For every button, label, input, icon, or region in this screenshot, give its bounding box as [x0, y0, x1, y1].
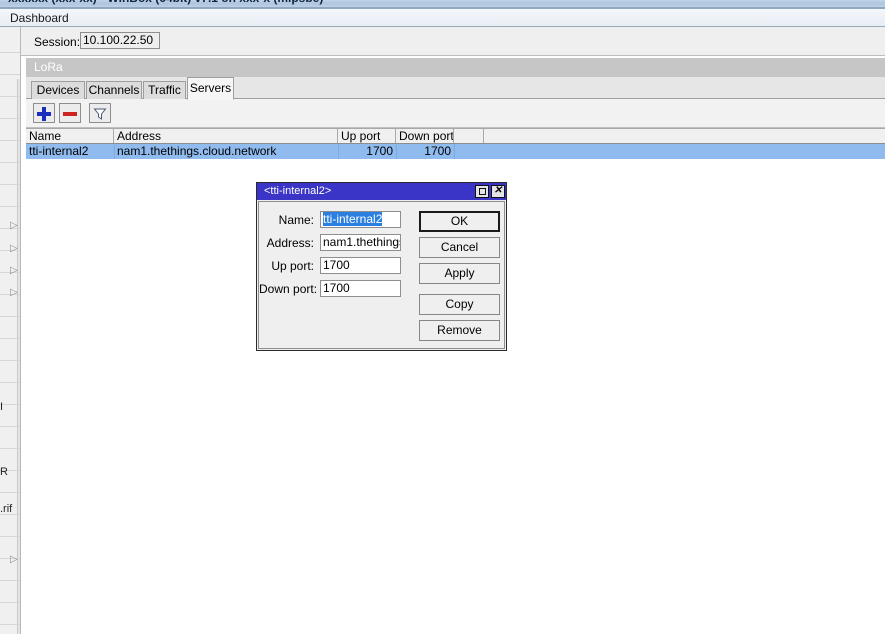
list-item-divider	[0, 206, 20, 207]
session-value-field[interactable]: 10.100.22.50	[80, 32, 160, 49]
filter-button[interactable]	[89, 103, 111, 123]
list-item-divider	[0, 536, 20, 537]
tab-channels[interactable]: Channels	[86, 81, 142, 99]
column-separator	[114, 144, 115, 159]
outer-window-titlebar[interactable]: xxxxxx (xxx-xx) - WinBox (64bit) v7.1 on…	[0, 0, 885, 7]
cell-address: nam1.thethings.cloud.network	[117, 144, 277, 158]
list-item-divider	[0, 580, 20, 581]
tabstrip-filler	[252, 81, 880, 99]
apply-button[interactable]: Apply	[419, 263, 500, 284]
expand-arrow-icon[interactable]: ▷	[10, 243, 18, 254]
field-input-upport[interactable]: 1700	[320, 257, 401, 274]
expand-arrow-icon[interactable]: ▷	[10, 265, 18, 276]
dialog-body: Name: tti-internal2 Address: nam1.thethings…	[258, 201, 505, 349]
cell-down-port: 1700	[424, 144, 451, 158]
list-item-divider	[0, 74, 20, 75]
tab-traffic[interactable]: Traffic	[143, 81, 186, 99]
maximize-icon[interactable]	[475, 185, 489, 198]
cell-up-port: 1700	[366, 144, 393, 158]
ok-button[interactable]: OK	[419, 211, 500, 232]
list-item-divider	[0, 426, 20, 427]
outer-window-title: xxxxxx (xxx-xx) - WinBox (64bit) v7.1 on…	[8, 0, 323, 5]
dialog-titlebar[interactable]: <tti-internal2> ✕	[257, 183, 506, 200]
list-item-divider	[0, 448, 20, 449]
server-properties-dialog: <tti-internal2> ✕ Name: tti-internal2 Addr…	[256, 182, 507, 351]
expand-arrow-icon[interactable]: ▷	[10, 220, 18, 231]
list-item-divider	[0, 184, 20, 185]
add-button[interactable]	[33, 103, 55, 123]
list-item[interactable]: R	[0, 466, 8, 478]
column-header-address[interactable]: Address	[114, 129, 338, 143]
session-label: Session:	[34, 35, 81, 49]
list-item-divider	[0, 96, 20, 97]
expand-arrow-icon[interactable]: ▷	[10, 554, 18, 565]
dialog-title: <tti-internal2>	[264, 185, 332, 197]
cell-name: tti-internal2	[29, 144, 89, 158]
tab-devices[interactable]: Devices	[31, 81, 85, 99]
session-bar: Session: 10.100.22.50	[21, 27, 885, 56]
column-separator	[338, 144, 339, 159]
list-item-divider	[0, 118, 20, 119]
list-item-divider	[0, 492, 20, 493]
lora-panel-header: LoRa	[26, 58, 885, 77]
column-header-down-port[interactable]: Down port	[396, 129, 454, 143]
dashboard-label: Dashboard	[10, 11, 69, 25]
cancel-button[interactable]: Cancel	[419, 237, 500, 258]
remove-button[interactable]: Remove	[419, 320, 500, 341]
field-input-downport[interactable]: 1700	[320, 280, 401, 297]
list-item-divider	[0, 382, 20, 383]
column-separator	[454, 144, 455, 159]
list-item[interactable]: I	[0, 401, 3, 413]
servers-table-header: Name Address Up port Down port	[26, 128, 885, 144]
list-item-divider	[0, 338, 20, 339]
list-item-divider	[0, 52, 20, 53]
copy-button[interactable]: Copy	[419, 294, 500, 315]
list-item-divider	[0, 360, 20, 361]
list-item-divider	[0, 140, 20, 141]
column-header-up-port[interactable]: Up port	[338, 129, 396, 143]
remove-button[interactable]	[59, 103, 81, 123]
field-input-address[interactable]: nam1.thethings.	[320, 234, 401, 251]
list-item-divider	[0, 316, 20, 317]
selected-text: tti-internal2	[323, 212, 383, 226]
lora-tabstrip: Devices Channels Traffic Servers	[26, 77, 885, 100]
list-item[interactable]: .rif	[0, 503, 12, 515]
background-window-left-strip: I R .rif ▷ ▷ ▷ ▷ ▷	[0, 27, 21, 634]
close-icon[interactable]: ✕	[491, 185, 505, 198]
list-item-divider	[0, 404, 20, 405]
column-separator	[396, 144, 397, 159]
funnel-icon	[93, 107, 107, 124]
field-label-name: Name:	[278, 213, 314, 227]
lora-panel-title: LoRa	[34, 60, 63, 74]
lora-toolbar	[26, 99, 885, 128]
list-item-divider	[0, 602, 20, 603]
dashboard-bar: Dashboard	[0, 9, 885, 27]
field-label-upport: Up port:	[271, 259, 314, 273]
tab-servers[interactable]: Servers	[187, 77, 234, 100]
field-label-downport: Down port:	[259, 282, 318, 296]
column-header-name[interactable]: Name	[26, 129, 114, 143]
list-item-divider	[0, 624, 20, 625]
field-label-address: Address:	[266, 236, 314, 250]
field-input-name[interactable]: tti-internal2	[320, 211, 401, 228]
expand-arrow-icon[interactable]: ▷	[10, 287, 18, 298]
column-header-spacer	[454, 129, 484, 143]
list-item-divider	[0, 162, 20, 163]
table-row[interactable]: tti-internal2 nam1.thethings.cloud.networ…	[26, 144, 885, 159]
